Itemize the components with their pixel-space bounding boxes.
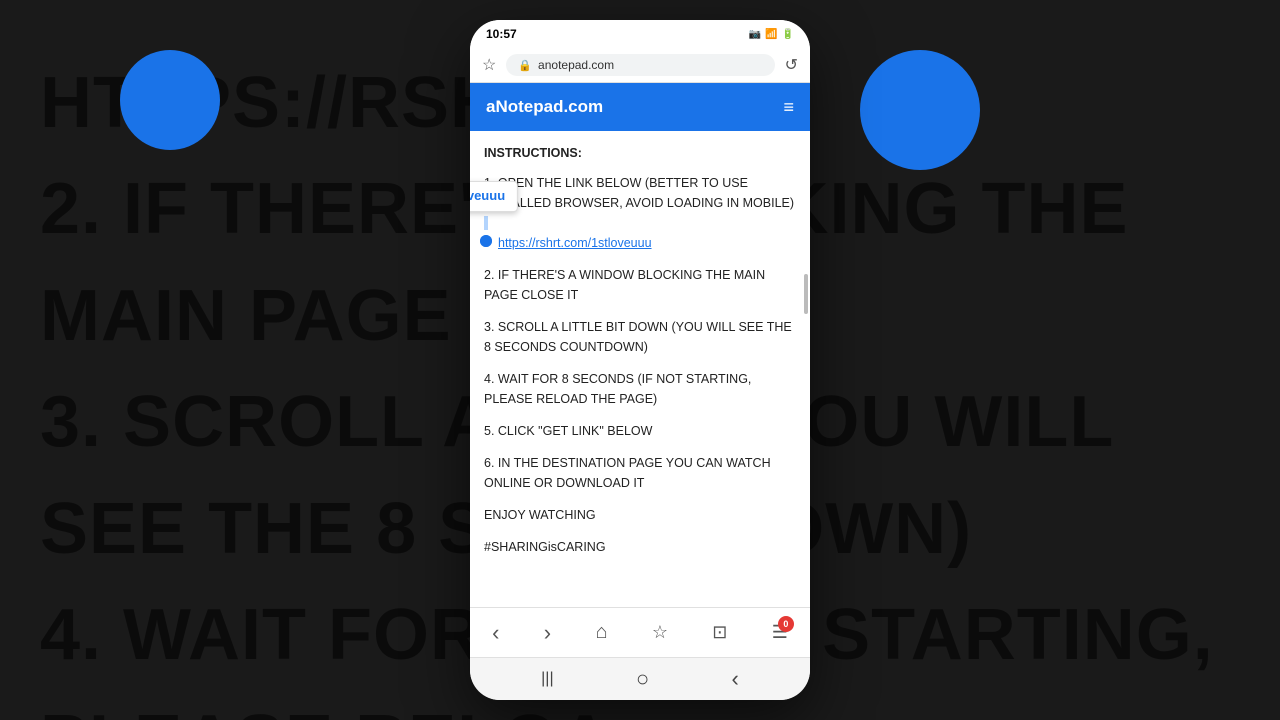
instruction-text-2: 2. IF THERE'S A WINDOW BLOCKING THE MAIN…: [484, 268, 765, 302]
hamburger-icon[interactable]: ≡: [783, 97, 794, 118]
recent-apps-button[interactable]: |||: [541, 670, 553, 688]
app-header: aNotepad.com ≡: [470, 83, 810, 131]
menu-button[interactable]: ☰ 0: [772, 622, 788, 643]
enjoy-text: ENJOY WATCHING: [484, 505, 796, 525]
instruction-text-4: 4. WAIT FOR 8 SECONDS (IF NOT STARTING, …: [484, 372, 751, 406]
scrollbar[interactable]: [804, 274, 808, 314]
instructions-heading: INSTRUCTIONS:: [484, 143, 796, 163]
instruction-text-6: 6. IN THE DESTINATION PAGE YOU CAN WATCH…: [484, 456, 771, 490]
instruction-item-3: 3. SCROLL A LITTLE BIT DOWN (YOU WILL SE…: [484, 317, 796, 357]
bg-circle-right: [860, 50, 980, 170]
menu-badge: 0: [778, 616, 794, 632]
battery-icon: 🔋: [782, 29, 794, 40]
home-button[interactable]: ⌂: [595, 621, 607, 644]
phone-container: 10:57 📷 📶 🔋 ☆ 🔒 anotepad.com ↺ aNotepad.…: [470, 20, 810, 700]
bookmark-button[interactable]: ☆: [652, 622, 668, 643]
back-arrow-button[interactable]: ‹: [732, 666, 739, 692]
url-text: anotepad.com: [538, 58, 614, 72]
bg-line-6: PLEASE RELOA: [40, 698, 1240, 720]
content-area[interactable]: INSTRUCTIONS: 1. OPEN THE LINK BELOW (BE…: [470, 131, 810, 607]
browser-bottom-nav: ‹ › ⌂ ☆ ⊡ ☰ 0: [470, 607, 810, 657]
selected-text: [484, 216, 488, 230]
status-time: 10:57: [486, 27, 517, 41]
tabs-button[interactable]: ⊡: [712, 622, 727, 643]
bg-circle-top: [120, 50, 220, 150]
instruction-item-1: 1. OPEN THE LINK BELOW (BETTER TO USE IN…: [484, 173, 796, 253]
instruction-link-1[interactable]: https://rshrt.com/1stloveuuu: [498, 233, 796, 253]
selection-overlay: veuuu: [484, 213, 488, 233]
selection-popup-text: veuuu: [470, 188, 505, 203]
instruction-text-1: 1. OPEN THE LINK BELOW (BETTER TO USE IN…: [484, 176, 794, 210]
camera-icon: 📷: [749, 29, 761, 40]
instruction-item-2: 2. IF THERE'S A WINDOW BLOCKING THE MAIN…: [484, 265, 796, 305]
lock-icon: 🔒: [518, 59, 532, 72]
signal-icon: 📶: [765, 29, 777, 40]
app-title: aNotepad.com: [486, 97, 603, 117]
phone-home-bar: ||| ○ ‹: [470, 657, 810, 700]
instruction-text-3: 3. SCROLL A LITTLE BIT DOWN (YOU WILL SE…: [484, 320, 792, 354]
status-icons: 📷 📶 🔋: [749, 29, 794, 40]
instruction-item-6: 6. IN THE DESTINATION PAGE YOU CAN WATCH…: [484, 453, 796, 493]
browser-chrome: ☆ 🔒 anotepad.com ↺: [470, 48, 810, 83]
instruction-item-5: 5. CLICK "GET LINK" BELOW: [484, 421, 796, 441]
hashtag-text: #SHARINGisCARING: [484, 537, 796, 557]
home-circle-button[interactable]: ○: [636, 666, 649, 692]
instruction-item-4: 4. WAIT FOR 8 SECONDS (IF NOT STARTING, …: [484, 369, 796, 409]
forward-button[interactable]: ›: [544, 620, 551, 646]
instruction-text-5: 5. CLICK "GET LINK" BELOW: [484, 424, 652, 438]
bookmark-icon[interactable]: ☆: [482, 55, 496, 75]
reload-icon[interactable]: ↺: [785, 55, 798, 75]
back-button[interactable]: ‹: [492, 620, 499, 646]
status-bar: 10:57 📷 📶 🔋: [470, 20, 810, 48]
selection-popup: veuuu: [470, 181, 518, 212]
selection-handle-right: [480, 235, 492, 247]
address-bar[interactable]: 🔒 anotepad.com: [506, 54, 774, 76]
